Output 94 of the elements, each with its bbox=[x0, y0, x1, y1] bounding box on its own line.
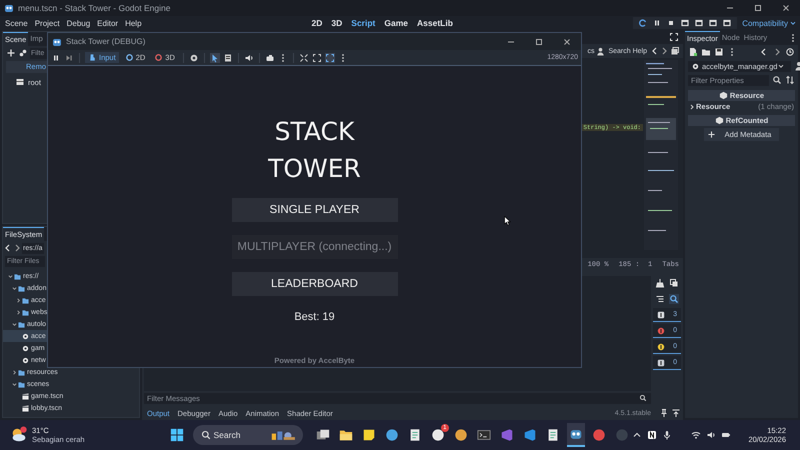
menu-button[interactable]: SINGLE PLAYER bbox=[232, 198, 398, 222]
info-icon bbox=[657, 358, 666, 366]
best-score: Best: 19 bbox=[294, 311, 335, 323]
robot-icon[interactable] bbox=[568, 427, 582, 441]
window-icon[interactable] bbox=[680, 18, 690, 28]
task-view-icon[interactable] bbox=[316, 428, 330, 442]
back-icon[interactable] bbox=[651, 46, 659, 56]
maximize-icon[interactable] bbox=[534, 36, 544, 46]
app-icon[interactable] bbox=[384, 428, 398, 442]
window-title: menu.tscn - Stack Tower - Godot Engine bbox=[18, 3, 170, 13]
save-icon[interactable] bbox=[714, 47, 724, 57]
error-icon bbox=[657, 326, 666, 334]
forward-icon[interactable] bbox=[660, 46, 668, 56]
start-icon[interactable] bbox=[170, 428, 184, 442]
new-file-icon[interactable] bbox=[688, 47, 698, 57]
pointer-icon[interactable] bbox=[210, 52, 220, 62]
renderer-dropdown[interactable]: Compatibility bbox=[742, 18, 788, 28]
main-screen-tab[interactable]: Game bbox=[384, 18, 408, 28]
app-icon[interactable] bbox=[546, 428, 560, 442]
ring-icon bbox=[154, 53, 164, 62]
plus-icon[interactable] bbox=[6, 48, 16, 58]
game-title: TOWER bbox=[268, 153, 361, 185]
main-screen-tab[interactable]: Script bbox=[351, 18, 376, 28]
person-icon bbox=[596, 46, 606, 56]
app-icon[interactable] bbox=[647, 430, 658, 440]
broom-icon[interactable] bbox=[655, 278, 665, 288]
search-icon bbox=[200, 430, 210, 440]
close-icon[interactable] bbox=[781, 3, 791, 13]
node-icon bbox=[15, 77, 25, 87]
link-icon[interactable] bbox=[18, 48, 28, 58]
window-icon[interactable] bbox=[708, 18, 718, 28]
main-screen-tab[interactable]: AssetLib bbox=[417, 18, 453, 28]
ring-icon bbox=[124, 53, 134, 62]
collapse-icon[interactable] bbox=[671, 408, 681, 418]
terminal-icon[interactable] bbox=[476, 428, 490, 442]
cursor-icon bbox=[504, 216, 511, 226]
app-icon[interactable] bbox=[430, 428, 444, 442]
fit-icon[interactable] bbox=[298, 52, 309, 62]
copy-icon[interactable] bbox=[669, 278, 679, 288]
game-title: STACK bbox=[274, 116, 354, 148]
info-icon bbox=[657, 310, 666, 318]
camera-icon[interactable] bbox=[264, 52, 275, 62]
clapperboard-icon bbox=[22, 404, 29, 412]
volume-icon[interactable] bbox=[706, 430, 716, 440]
notepad-icon[interactable] bbox=[408, 428, 422, 442]
list-icon[interactable] bbox=[222, 52, 233, 62]
expand-icon[interactable] bbox=[669, 32, 679, 42]
cube-icon bbox=[718, 91, 728, 100]
back-icon[interactable] bbox=[4, 243, 12, 253]
weather-icon[interactable] bbox=[10, 426, 28, 444]
list-icon[interactable] bbox=[655, 294, 665, 304]
robot-icon bbox=[52, 36, 62, 46]
menu-item[interactable]: Editor bbox=[97, 18, 118, 28]
close-icon[interactable] bbox=[562, 36, 572, 46]
gear-icon bbox=[691, 62, 700, 70]
menu-item[interactable]: Scene bbox=[5, 18, 28, 28]
window-icon[interactable] bbox=[722, 18, 732, 28]
folder-icon[interactable] bbox=[701, 47, 711, 57]
plus-icon bbox=[708, 131, 715, 138]
wifi-icon[interactable] bbox=[691, 430, 702, 440]
pages-icon[interactable] bbox=[670, 46, 680, 56]
search-icon[interactable] bbox=[669, 294, 679, 304]
window-icon[interactable] bbox=[694, 18, 704, 28]
clapperboard-icon bbox=[22, 392, 29, 400]
folder-icon[interactable] bbox=[338, 428, 352, 442]
step-icon[interactable] bbox=[64, 52, 74, 62]
maximize-icon[interactable] bbox=[753, 3, 763, 13]
menu-button[interactable]: LEADERBOARD bbox=[232, 272, 398, 296]
search-icon bbox=[639, 394, 647, 402]
battery-icon[interactable] bbox=[721, 430, 732, 440]
refresh-icon[interactable] bbox=[638, 18, 648, 28]
sticky-note-icon[interactable] bbox=[362, 428, 376, 442]
menu-item[interactable]: Debug bbox=[66, 18, 90, 28]
forward-icon[interactable] bbox=[13, 243, 21, 253]
warning-icon bbox=[657, 342, 666, 350]
fullscreen-icon[interactable] bbox=[324, 52, 335, 62]
main-screen-tab[interactable]: 2D bbox=[312, 18, 322, 28]
sort-icon[interactable] bbox=[785, 75, 795, 85]
pause-icon[interactable] bbox=[51, 52, 61, 62]
main-screen-tab[interactable]: 3D bbox=[331, 18, 342, 28]
cube-icon bbox=[714, 116, 724, 125]
menu-item[interactable]: Help bbox=[125, 18, 142, 28]
search-icon bbox=[772, 75, 782, 85]
speaker-icon[interactable] bbox=[244, 52, 254, 62]
gear-icon[interactable] bbox=[188, 52, 199, 62]
pin-icon[interactable] bbox=[659, 408, 669, 418]
expand-icon[interactable] bbox=[312, 52, 322, 62]
app-icon[interactable] bbox=[454, 428, 468, 442]
menu-item[interactable]: Project bbox=[34, 18, 60, 28]
robot-icon bbox=[4, 3, 14, 13]
microphone-icon[interactable] bbox=[662, 430, 672, 440]
window-title: Stack Tower (DEBUG) bbox=[66, 37, 146, 46]
search-field[interactable]: Search bbox=[192, 425, 302, 445]
history-icon[interactable] bbox=[785, 47, 795, 57]
